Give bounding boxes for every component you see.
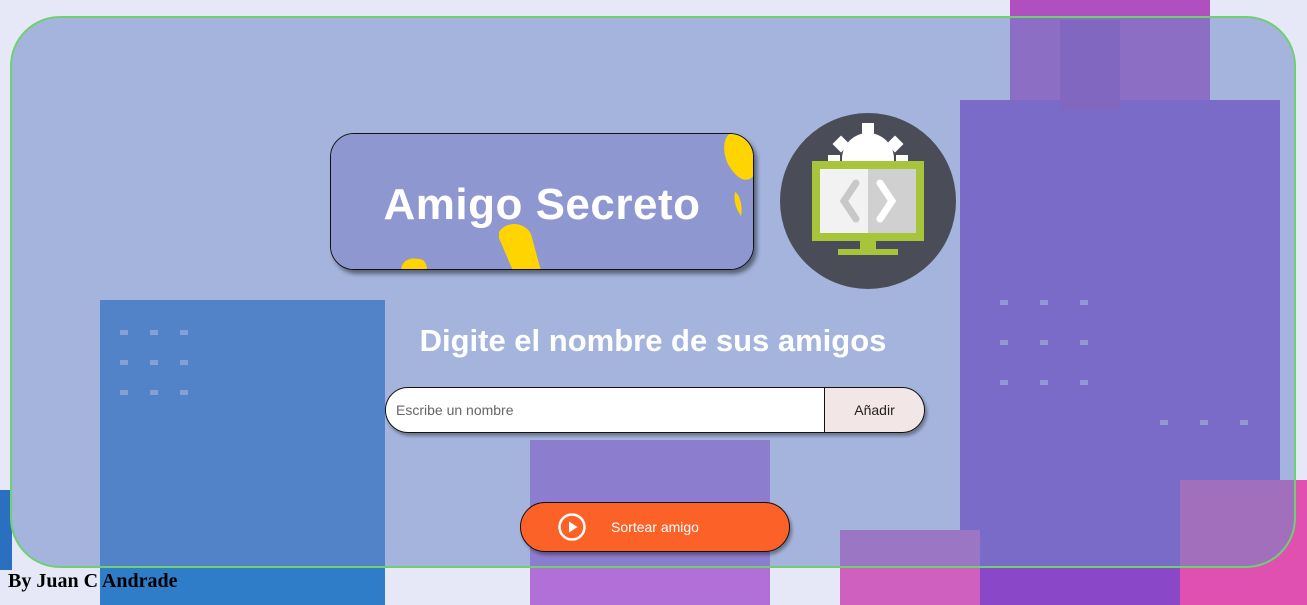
draw-friend-label: Sortear amigo (611, 519, 699, 535)
instructions-heading: Digite el nombre de sus amigos (419, 323, 887, 358)
app-title: Amigo Secreto (383, 180, 701, 229)
friend-name-input[interactable] (386, 388, 824, 432)
add-friend-form: Añadir (385, 387, 925, 433)
code-monitor-gear-icon (780, 113, 956, 289)
add-button[interactable]: Añadir (824, 388, 924, 432)
draw-friend-button[interactable]: Sortear amigo (520, 502, 790, 552)
title-banner: Amigo Secreto (330, 133, 754, 270)
author-credit: By Juan C Andrade (8, 570, 178, 592)
main-card: Amigo Secreto Digite el nombre de sus am… (10, 16, 1296, 568)
